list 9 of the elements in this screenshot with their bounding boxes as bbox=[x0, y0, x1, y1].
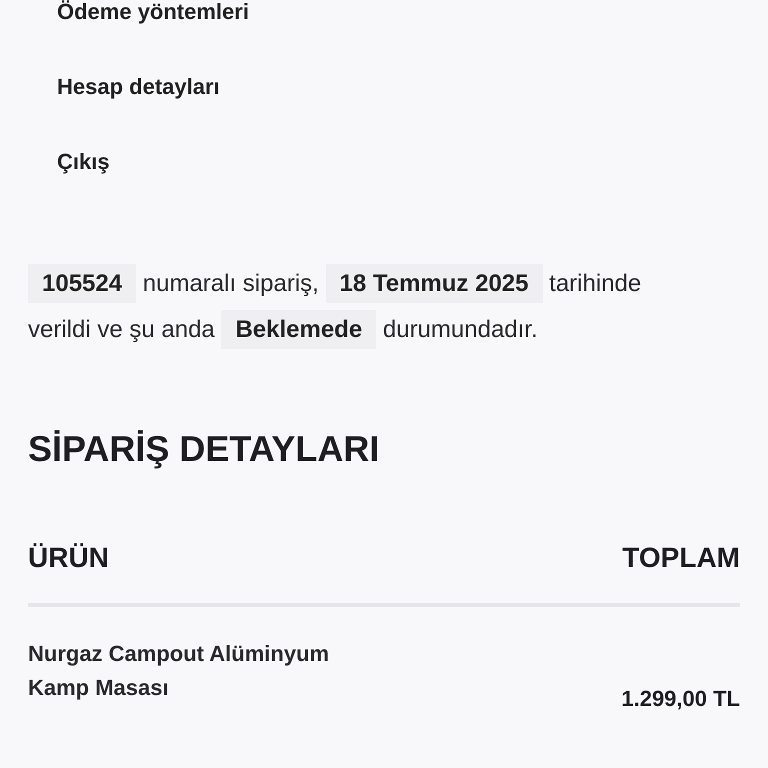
product-total: 1.299,00 TL bbox=[621, 685, 740, 713]
order-status-sentence: 105524 numaralı sipariş, 18 Temmuz 2025 tarihinde verildi ve şu anda Beklemede durumundadır. bbox=[28, 261, 668, 353]
account-menu-link[interactable]: Hesap detayları bbox=[57, 73, 220, 101]
column-header: ÜRÜN bbox=[28, 541, 109, 575]
product-name: Nurgaz Campout Alüminyum Kamp Masası bbox=[28, 640, 330, 702]
account-menu-link[interactable]: Çıkış bbox=[57, 148, 110, 176]
account-menu-link[interactable]: Ödeme yöntemleri bbox=[57, 0, 249, 26]
column-header: TOPLAM bbox=[622, 541, 740, 575]
section-heading: SİPARİŞ DETAYLARI bbox=[28, 427, 380, 471]
